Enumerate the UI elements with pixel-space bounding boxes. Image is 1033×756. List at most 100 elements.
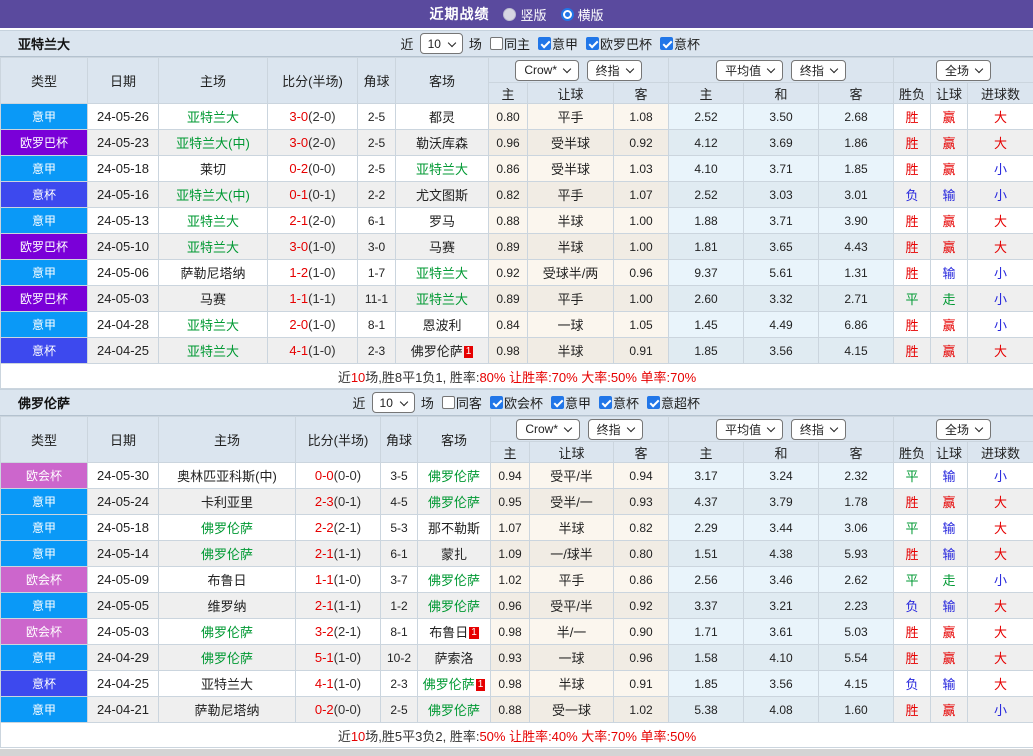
match-date: 24-05-18 xyxy=(88,515,159,541)
avg-draw-odds: 3.50 xyxy=(744,104,819,130)
checkbox-unchecked-icon xyxy=(442,396,455,409)
fulltime-score: 3-0 xyxy=(289,239,308,254)
handicap-away-odds: 1.03 xyxy=(614,156,669,182)
result-wdl: 平 xyxy=(894,567,931,593)
match-row: 欧会杯24-05-30奥林匹亚科斯(中)0-0(0-0)3-5佛罗伦萨0.94受… xyxy=(1,463,1033,489)
checkbox-checked-icon xyxy=(551,396,564,409)
handicap-line: 受一球 xyxy=(530,697,614,723)
fulltime-score: 2-1 xyxy=(289,213,308,228)
final-odds-dropdown[interactable]: 终指 xyxy=(588,419,643,440)
home-team-name: 莱切 xyxy=(200,162,226,177)
home-team: 萨勒尼塔纳 xyxy=(159,260,268,286)
sub-header-avg-draw: 和 xyxy=(744,83,819,104)
league-filter-label: 欧会杯 xyxy=(504,393,543,412)
scope-dropdown[interactable]: 全场 xyxy=(936,60,991,81)
home-team-name: 亚特兰大 xyxy=(187,318,239,333)
summary-row: 近10场,胜8平1负1, 胜率:80% 让胜率:70% 大率:50% 单率:70… xyxy=(1,364,1033,389)
fulltime-score: 0-2 xyxy=(289,161,308,176)
halftime-score: (1-1) xyxy=(334,598,361,613)
scope-dropdown[interactable]: 全场 xyxy=(936,419,991,440)
away-team: 尤文图斯 xyxy=(396,182,489,208)
league-filter-checkbox[interactable]: 意超杯 xyxy=(647,393,700,412)
same-venue-checkbox[interactable]: 同客 xyxy=(442,393,482,412)
col-header-away: 客场 xyxy=(418,417,491,463)
league-filter-checkbox[interactable]: 欧会杯 xyxy=(490,393,543,412)
average-dropdown[interactable]: 平均值 xyxy=(716,419,783,440)
league-filter-checkbox[interactable]: 意杯 xyxy=(660,34,700,53)
handicap-home-odds: 0.98 xyxy=(491,671,530,697)
sub-header-away-odds: 客 xyxy=(614,442,669,463)
away-team: 佛罗伦萨 xyxy=(418,697,491,723)
avg-away-odds: 4.15 xyxy=(819,671,894,697)
league-type-badge: 意甲 xyxy=(1,515,88,541)
match-row: 意杯24-05-16亚特兰大(中)0-1(0-1)2-2尤文图斯0.82平手1.… xyxy=(1,182,1033,208)
handicap-line: 一/球半 xyxy=(530,541,614,567)
corner-count: 2-5 xyxy=(381,697,418,723)
rounds-select[interactable]: 10 xyxy=(372,392,415,413)
score-halftime: 0-1(0-1) xyxy=(268,182,358,208)
league-filter-checkbox[interactable]: 欧罗巴杯 xyxy=(586,34,652,53)
avg-away-odds: 4.15 xyxy=(819,338,894,364)
final-odds-dropdown[interactable]: 终指 xyxy=(587,60,642,81)
fulltime-score: 2-2 xyxy=(315,520,334,535)
halftime-score: (1-0) xyxy=(334,676,361,691)
away-team: 佛罗伦萨 xyxy=(418,593,491,619)
rounds-select[interactable]: 10 xyxy=(420,33,463,54)
away-team-name: 亚特兰大 xyxy=(416,266,468,281)
average-dropdown[interactable]: 平均值 xyxy=(716,60,783,81)
fulltime-score: 3-2 xyxy=(315,624,334,639)
league-filter-checkbox[interactable]: 意杯 xyxy=(599,393,639,412)
layout-radio-horizontal[interactable]: 横版 xyxy=(561,5,604,24)
summary-row: 近10场,胜5平3负2, 胜率:50% 让胜率:40% 大率:70% 单率:50… xyxy=(1,723,1033,748)
result-goals: 大 xyxy=(968,541,1033,567)
team-name: 佛罗伦萨 xyxy=(18,393,70,412)
away-team-name: 佛罗伦萨 xyxy=(428,573,480,588)
away-team-name: 尤文图斯 xyxy=(416,188,468,203)
avg-away-odds: 5.03 xyxy=(819,619,894,645)
bookmaker-dropdown[interactable]: Crow* xyxy=(516,419,580,440)
corner-count: 3-7 xyxy=(381,567,418,593)
result-handicap: 赢 xyxy=(931,489,968,515)
result-handicap: 赢 xyxy=(931,208,968,234)
handicap-home-odds: 0.92 xyxy=(489,260,528,286)
home-team-name: 亚特兰大(中) xyxy=(176,136,250,151)
near-label: 近 xyxy=(353,393,366,412)
avg-away-odds: 3.06 xyxy=(819,515,894,541)
final-odds-dropdown-2[interactable]: 终指 xyxy=(791,419,846,440)
bookmaker-dropdown[interactable]: Crow* xyxy=(515,60,579,81)
result-goals: 小 xyxy=(968,182,1033,208)
col-header-score: 比分(半场) xyxy=(268,58,358,104)
home-team-name: 佛罗伦萨 xyxy=(201,547,253,562)
home-team: 布鲁日 xyxy=(159,567,296,593)
avg-away-odds: 1.60 xyxy=(819,697,894,723)
score-halftime: 2-1(1-1) xyxy=(296,593,381,619)
same-venue-checkbox[interactable]: 同主 xyxy=(490,34,530,53)
matches-label: 场 xyxy=(469,34,482,53)
score-halftime: 0-0(0-0) xyxy=(296,463,381,489)
score-halftime: 4-1(1-0) xyxy=(268,338,358,364)
avg-draw-odds: 3.71 xyxy=(744,156,819,182)
result-goals: 小 xyxy=(968,567,1033,593)
away-team: 亚特兰大 xyxy=(396,260,489,286)
away-team: 都灵 xyxy=(396,104,489,130)
handicap-away-odds: 0.96 xyxy=(614,645,669,671)
layout-radio-vertical[interactable]: 竖版 xyxy=(503,5,546,24)
fulltime-score: 0-2 xyxy=(315,702,334,717)
away-team-name: 都灵 xyxy=(429,110,455,125)
away-team: 佛罗伦萨1 xyxy=(396,338,489,364)
avg-home-odds: 2.52 xyxy=(669,182,744,208)
handicap-away-odds: 1.00 xyxy=(614,286,669,312)
result-handicap: 赢 xyxy=(931,104,968,130)
league-filter-checkbox[interactable]: 意甲 xyxy=(551,393,591,412)
avg-draw-odds: 3.44 xyxy=(744,515,819,541)
home-team: 佛罗伦萨 xyxy=(159,645,296,671)
final-odds-dropdown-2[interactable]: 终指 xyxy=(791,60,846,81)
home-team: 亚特兰大 xyxy=(159,234,268,260)
handicap-away-odds: 0.80 xyxy=(614,541,669,567)
score-halftime: 0-2(0-0) xyxy=(296,697,381,723)
league-filter-checkbox[interactable]: 意甲 xyxy=(538,34,578,53)
avg-home-odds: 1.81 xyxy=(669,234,744,260)
avg-home-odds: 2.52 xyxy=(669,104,744,130)
league-type-badge: 意甲 xyxy=(1,593,88,619)
away-team: 蒙扎 xyxy=(418,541,491,567)
